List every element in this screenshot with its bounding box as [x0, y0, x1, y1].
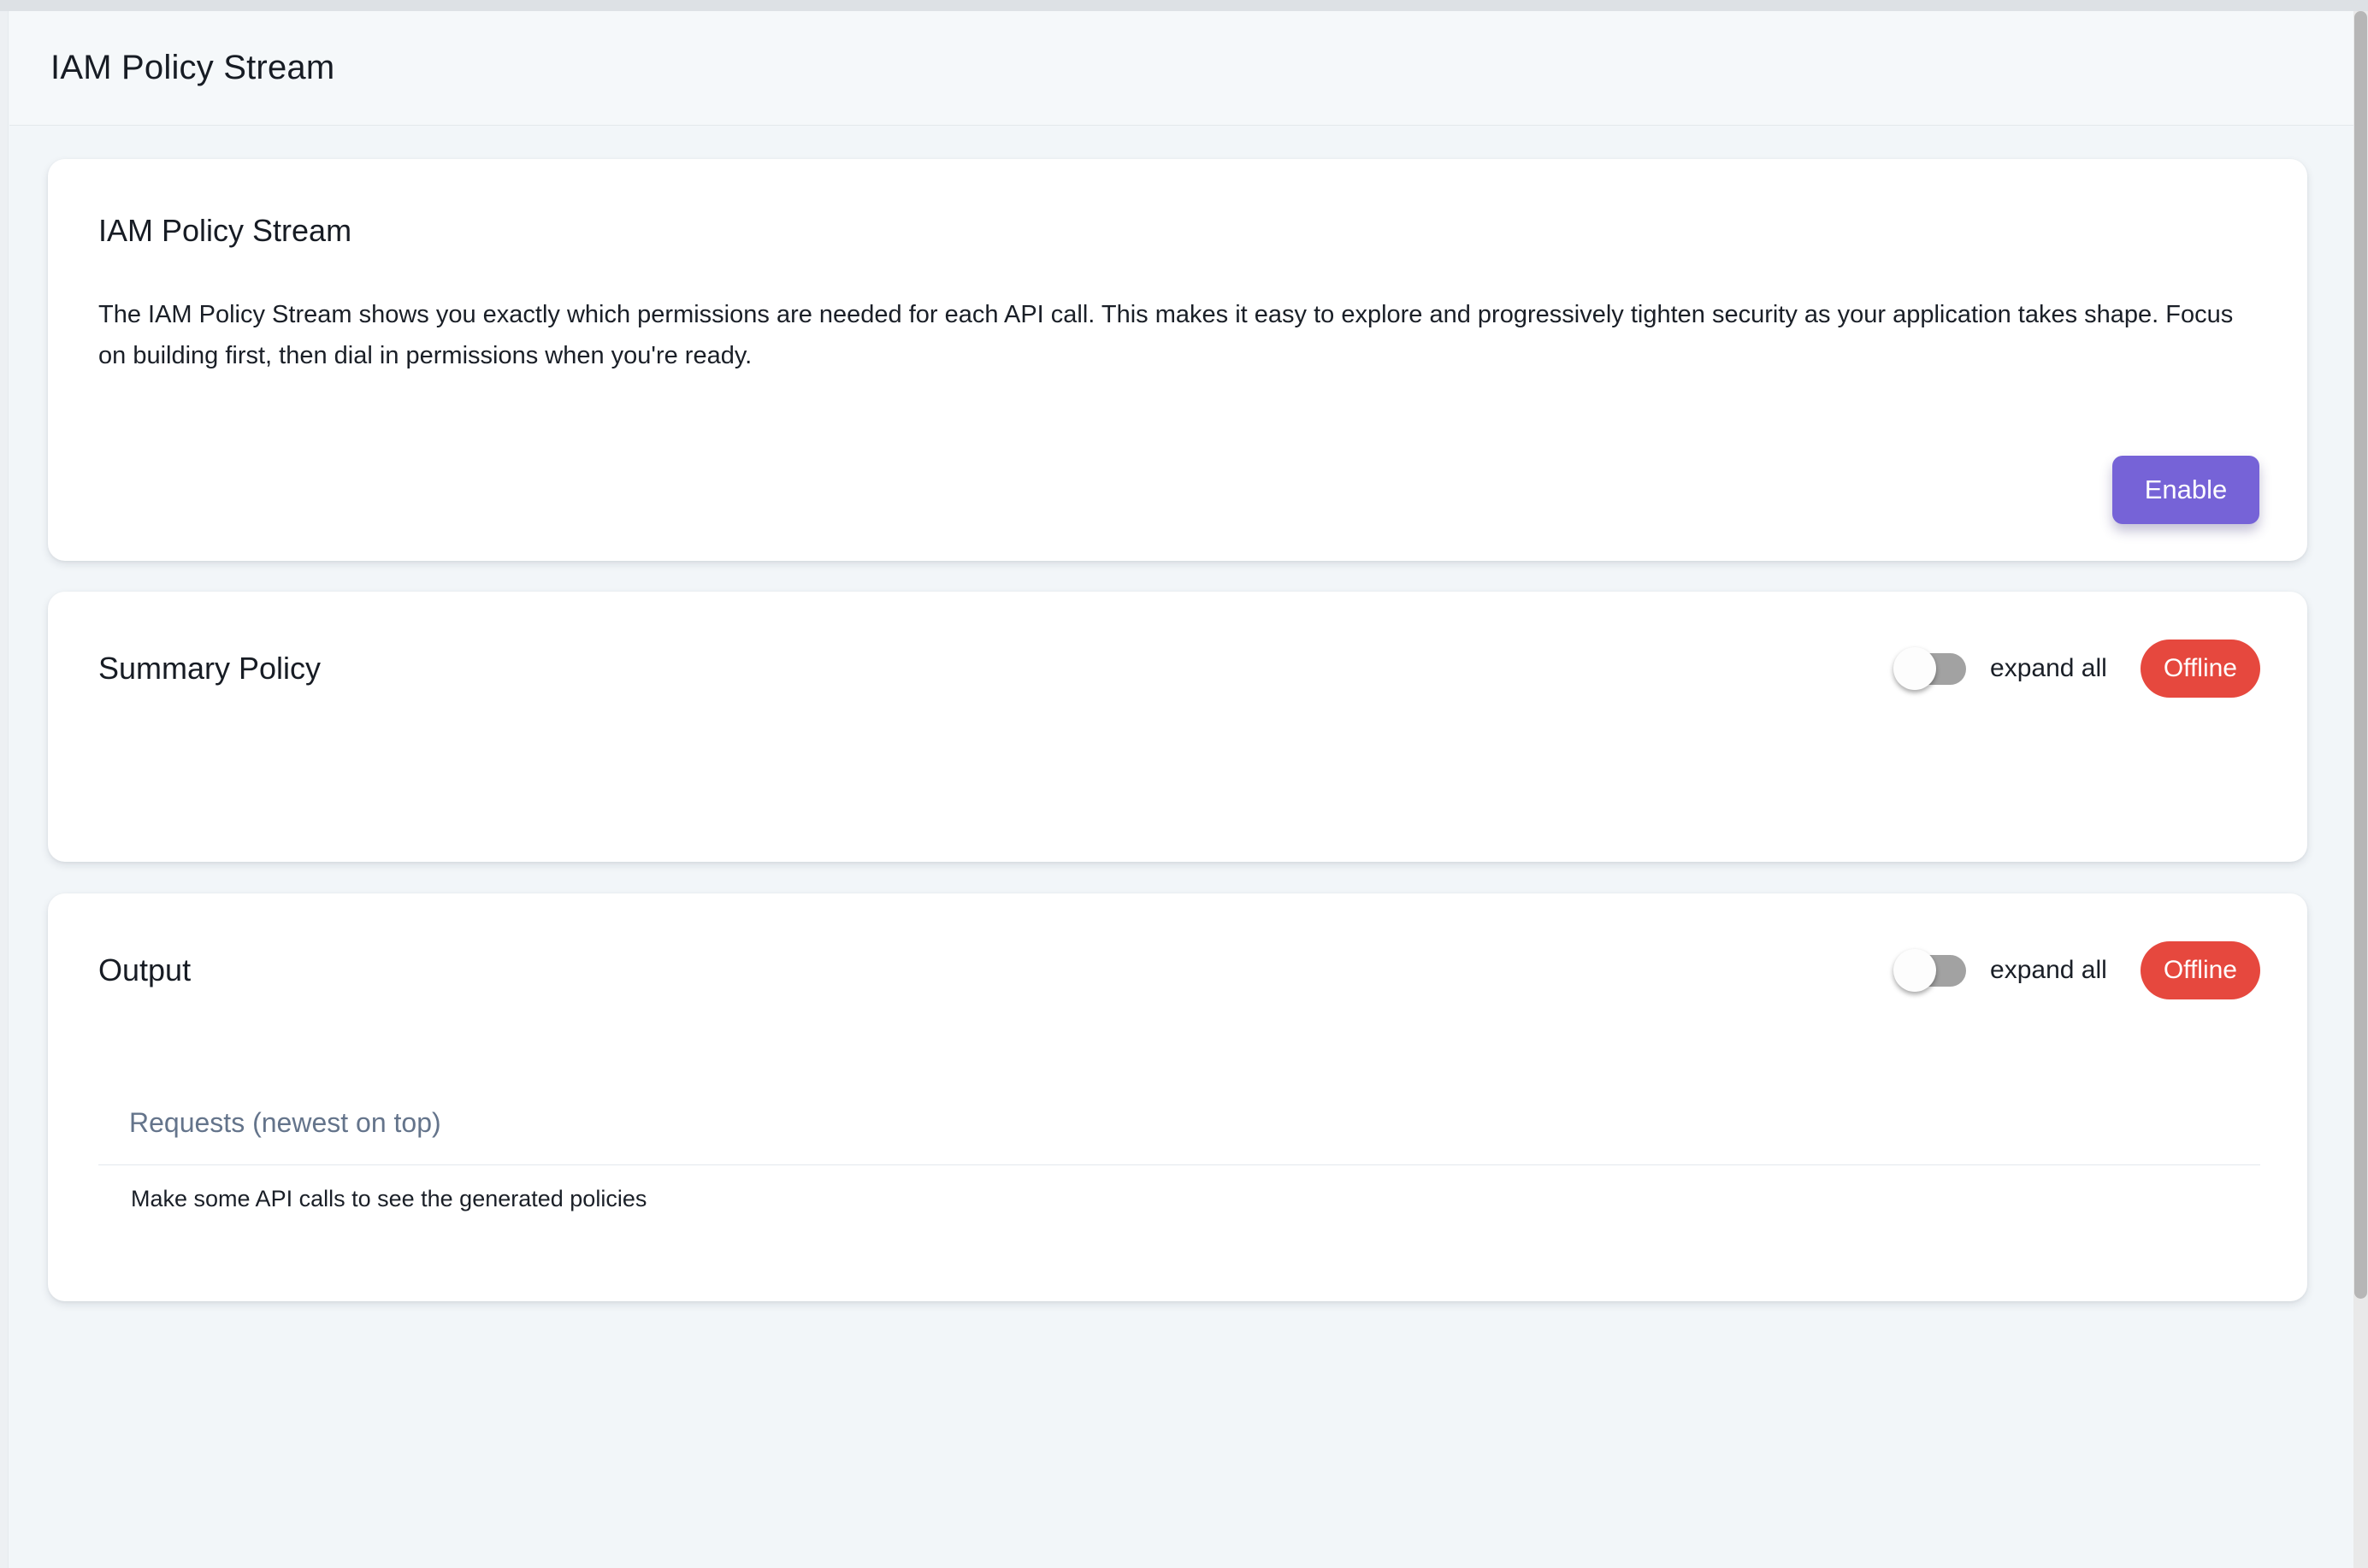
intro-card-title: IAM Policy Stream	[98, 159, 2257, 250]
output-expand-all-label: expand all	[1990, 956, 2107, 985]
toggle-knob	[1893, 949, 1936, 992]
requests-heading: Requests (newest on top)	[129, 1107, 2260, 1139]
enable-button[interactable]: Enable	[2112, 456, 2259, 524]
requests-empty-message: Make some API calls to see the generated…	[131, 1186, 2260, 1212]
main-content: IAM Policy Stream The IAM Policy Stream …	[48, 159, 2307, 1301]
output-controls: expand all Offline	[1895, 941, 2260, 999]
summary-policy-title: Summary Policy	[98, 651, 321, 687]
page-header: IAM Policy Stream	[9, 11, 2353, 126]
window-top-edge	[0, 0, 2368, 11]
output-expand-all-toggle[interactable]	[1895, 955, 1966, 987]
summary-policy-controls: expand all Offline	[1895, 640, 2260, 698]
summary-expand-all-label: expand all	[1990, 654, 2107, 683]
output-title: Output	[98, 952, 191, 988]
summary-expand-all-toggle[interactable]	[1895, 653, 1966, 685]
toggle-knob	[1893, 647, 1936, 690]
scrollbar[interactable]	[2353, 11, 2368, 1568]
output-card: Output expand all Offline Requests (newe…	[48, 893, 2307, 1301]
summary-policy-header-row: Summary Policy expand all Offline	[98, 640, 2260, 698]
summary-status-badge: Offline	[2141, 640, 2260, 698]
output-header-row: Output expand all Offline	[98, 941, 2260, 999]
intro-card-description: The IAM Policy Stream shows you exactly …	[98, 294, 2236, 376]
intro-card: IAM Policy Stream The IAM Policy Stream …	[48, 159, 2307, 561]
page-title: IAM Policy Stream	[50, 49, 334, 87]
window-left-edge	[0, 11, 9, 1568]
summary-policy-card: Summary Policy expand all Offline	[48, 592, 2307, 862]
requests-block: Requests (newest on top) Make some API c…	[98, 1107, 2260, 1212]
scrollbar-thumb[interactable]	[2354, 11, 2367, 1299]
output-status-badge: Offline	[2141, 941, 2260, 999]
requests-divider	[98, 1164, 2260, 1165]
